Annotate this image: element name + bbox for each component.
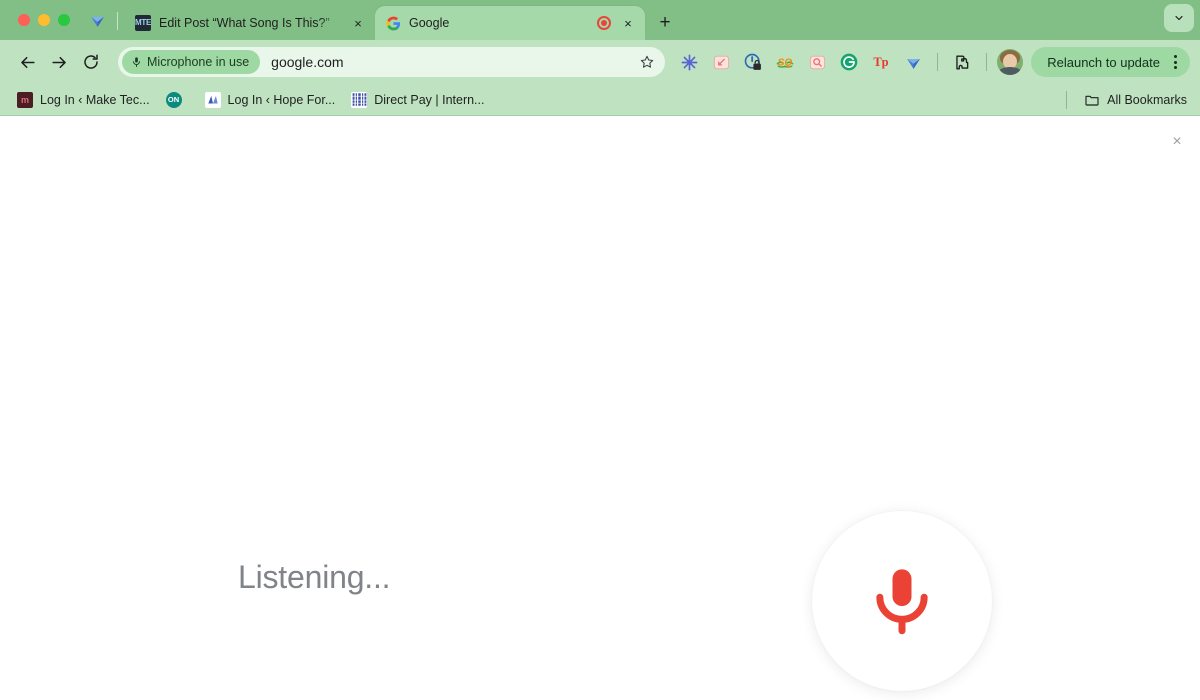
forward-button[interactable]: [44, 47, 74, 77]
tab-recording-indicator-icon[interactable]: [597, 16, 611, 30]
tab-google[interactable]: Google ×: [375, 6, 645, 40]
privacy-lock-extension-icon[interactable]: [739, 48, 767, 76]
microphone-chip-label: Microphone in use: [147, 55, 250, 69]
page-content: × Listening...: [0, 116, 1200, 700]
toolbar-separator: [937, 53, 939, 71]
google-favicon: [385, 15, 401, 31]
pink-search-extension-icon[interactable]: [803, 48, 831, 76]
bookmark-label: Direct Pay | Intern...: [374, 92, 485, 107]
bookmarks-bar: m Log In ‹ Make Tec... ON Log In ‹ Hope …: [0, 84, 1200, 116]
on-bookmark-icon: ON: [165, 91, 182, 108]
bookmarks-separator: [1066, 90, 1068, 109]
folder-icon: [1084, 92, 1100, 108]
zoom-window-button[interactable]: [58, 14, 70, 26]
vivaldi-diamond-icon[interactable]: [84, 0, 110, 40]
bookmark-make-tech-easier[interactable]: m Log In ‹ Make Tec...: [10, 88, 157, 112]
listening-status-text: Listening...: [238, 559, 391, 595]
page-render-artifact: [0, 244, 420, 260]
relaunch-to-update-button[interactable]: Relaunch to update: [1031, 47, 1190, 77]
hope-for-bookmark-icon: [204, 91, 221, 108]
make-tech-easier-bookmark-icon: m: [17, 91, 33, 108]
tab-search-button[interactable]: [1164, 4, 1194, 32]
bookmark-star-icon[interactable]: [633, 48, 661, 76]
irs-direct-pay-bookmark-icon: [351, 91, 368, 108]
tp-extension-icon[interactable]: Tp: [867, 48, 895, 76]
window-traffic-lights: [0, 0, 80, 40]
tab-edit-post[interactable]: MTE Edit Post “What Song Is This?” ×: [125, 6, 375, 40]
all-bookmarks-button[interactable]: All Bookmarks: [1077, 88, 1194, 112]
address-bar[interactable]: Microphone in use google.com: [118, 47, 666, 77]
close-voice-search-button[interactable]: ×: [1164, 129, 1190, 155]
bookmark-hope-for[interactable]: Log In ‹ Hope For...: [198, 88, 343, 112]
reload-button[interactable]: [76, 47, 106, 77]
url-text[interactable]: google.com: [271, 54, 633, 70]
browser-menu-button[interactable]: [1166, 51, 1184, 73]
relaunch-label: Relaunch to update: [1047, 54, 1160, 70]
bookmark-label: Log In ‹ Hope For...: [227, 92, 336, 107]
microphone-in-use-chip[interactable]: Microphone in use: [122, 50, 261, 74]
close-window-button[interactable]: [18, 14, 30, 26]
svg-text:SQ: SQ: [778, 57, 793, 68]
all-bookmarks-label: All Bookmarks: [1107, 92, 1187, 107]
browser-toolbar: Microphone in use google.com SQ Tp Relau…: [0, 40, 1200, 84]
tab-divider: [117, 12, 118, 30]
asterisk-extension-icon[interactable]: [675, 48, 703, 76]
tab-title: Google: [409, 16, 450, 30]
bookmark-on[interactable]: ON: [159, 88, 196, 112]
squirrel-sq-extension-icon[interactable]: SQ: [771, 48, 799, 76]
grammarly-extension-icon[interactable]: [835, 48, 863, 76]
minimize-window-button[interactable]: [38, 14, 50, 26]
browser-window: MTE Edit Post “What Song Is This?” × Goo…: [0, 0, 1200, 700]
microphone-icon: [133, 57, 140, 68]
tab-close-button[interactable]: ×: [349, 14, 367, 32]
pink-note-extension-icon[interactable]: [707, 48, 735, 76]
bookmark-label: Log In ‹ Make Tec...: [40, 92, 150, 107]
vivaldi-extension-icon[interactable]: [899, 48, 927, 76]
tab-strip: MTE Edit Post “What Song Is This?” × Goo…: [0, 0, 1200, 40]
tab-close-button[interactable]: ×: [619, 14, 637, 32]
svg-text:Tp: Tp: [874, 55, 889, 69]
microphone-icon: [876, 569, 928, 635]
profile-avatar[interactable]: [997, 49, 1024, 75]
tab-title: Edit Post “What Song Is This?”: [159, 16, 330, 30]
voice-search-microphone-button[interactable]: [812, 511, 992, 691]
extensions-puzzle-icon[interactable]: [948, 48, 976, 76]
back-button[interactable]: [12, 47, 42, 77]
extensions-row: SQ Tp: [675, 48, 927, 76]
bookmark-irs-direct-pay[interactable]: Direct Pay | Intern...: [344, 88, 491, 112]
make-tech-easier-favicon: MTE: [135, 15, 151, 31]
new-tab-button[interactable]: +: [651, 8, 679, 36]
toolbar-separator-2: [986, 53, 988, 71]
